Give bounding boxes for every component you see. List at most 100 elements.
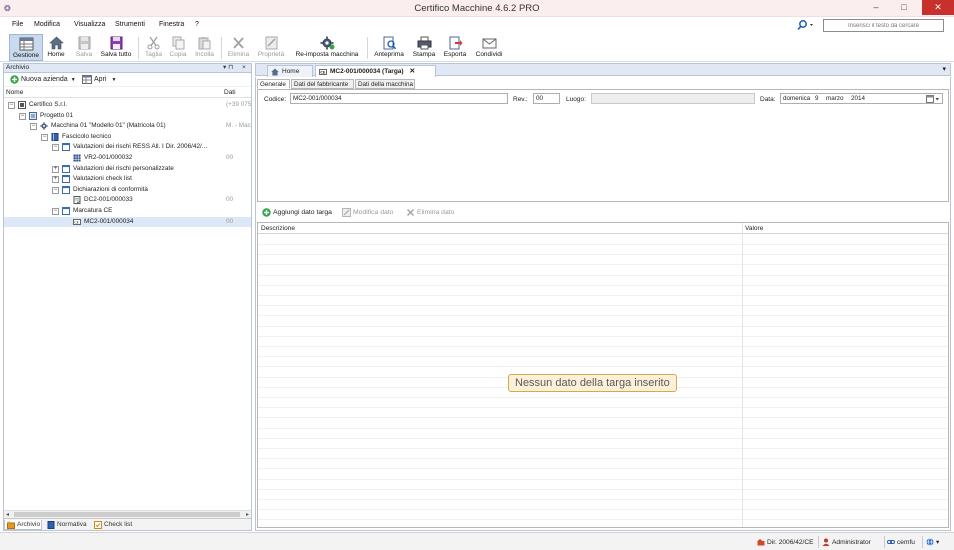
grid-row-line [258,488,948,490]
col-value-header[interactable]: Valore [745,225,763,232]
condividi-button[interactable]: Condividi [472,34,506,61]
subtab-generale[interactable]: Generale [257,79,290,89]
tree-node-label: Dichiarazioni di conformità [73,185,148,193]
proprieta-button[interactable]: Proprietà [255,34,287,61]
luogo-label: Luogo: [566,96,586,103]
salva-button[interactable]: Salva [73,34,95,61]
doc-tab-targa[interactable]: CE MC2-001/000034 (Targa) ✕ [315,65,436,77]
gestione-button[interactable]: Gestione [9,34,43,61]
tree-node[interactable]: + Valutazioni dei rischi personalizzate [4,164,251,175]
user-status[interactable]: Administrator [822,536,871,548]
delete-x-icon [233,37,244,49]
salva-tutto-button[interactable]: Salva tutto [98,34,134,61]
language-status[interactable]: ▾ [926,536,939,548]
edit-plate-data-button[interactable]: Modifica dato [342,208,393,217]
status-separator [922,536,923,548]
tree-node[interactable]: − Macchina 01 "Modello 01" (Matricola 01)… [4,121,251,132]
minimize-button[interactable]: – [864,0,888,15]
tree-node[interactable]: DC2-001/000033 00 [4,195,251,206]
codice-field[interactable]: MC2-001/000034 [290,93,508,104]
menu-strumenti[interactable]: Strumenti [115,21,145,28]
grid-row-line [258,254,948,256]
close-window-button[interactable]: ✕ [922,0,954,15]
search-input[interactable] [823,19,944,32]
account-status[interactable]: cemfu [887,536,915,548]
tree-node[interactable]: CE MC2-001/000034 00 [4,216,251,228]
collapse-node-icon[interactable]: − [52,144,59,152]
doc-tab-home[interactable]: Home [267,65,313,77]
scrollbar-thumb[interactable] [14,512,240,517]
delete-plate-data-label: Elimina dato [417,209,455,216]
esporta-button[interactable]: Esporta [441,34,469,61]
expand-node-icon[interactable]: + [52,176,59,184]
scroll-right-arrow-icon[interactable]: ▸ [246,511,249,518]
menu-finestra[interactable]: Finestra [159,21,184,28]
col-name-header[interactable]: Nome [6,89,23,96]
edit-icon [342,208,351,217]
collapse-node-icon[interactable]: − [8,102,15,109]
calendar-dropdown-icon[interactable] [926,95,940,103]
rev-field[interactable]: 00 [533,93,560,104]
col-description-header[interactable]: Descrizione [261,225,295,232]
collapse-node-icon[interactable]: − [52,208,59,215]
panel-close-button[interactable]: × [242,64,246,72]
collapse-node-icon[interactable]: − [41,133,48,141]
grid-table-icon [19,37,33,51]
menu-visualizza[interactable]: Visualizza [74,21,105,28]
tree-node[interactable]: − Valutazioni dei rischi RESS All. I Dir.… [4,142,251,153]
panel-pin-button[interactable]: ▾ ⊓ [223,64,233,72]
date-picker[interactable]: domenica 9 marzo 2014 [780,93,943,104]
tab-list-dropdown-icon[interactable]: ▾ [942,65,946,73]
maximize-button[interactable]: □ [892,0,916,15]
incolla-button[interactable]: Incolla [192,34,217,61]
open-button[interactable]: Apri ▼ [82,75,116,84]
tree-node-date: 00 [226,217,234,225]
save-all-icon [110,36,122,50]
tree-node[interactable]: VR2-001/000032 00 [4,153,251,164]
home-button[interactable]: Home [44,34,68,61]
tree-node[interactable]: − Certifico S.r.l. (+39 075 [4,100,251,111]
col-date-header[interactable]: Dati [224,89,236,96]
subtab-dati-fabbricante[interactable]: Dati del fabbricante [291,79,354,89]
collapse-node-icon[interactable]: − [30,123,37,131]
luogo-field[interactable] [591,93,755,104]
menu-modifica[interactable]: Modifica [34,21,60,28]
collapse-node-icon[interactable]: − [19,112,26,120]
grid-row-line [258,274,948,276]
tab-archivio[interactable]: Archivio [4,520,42,530]
add-plate-data-button[interactable]: Aggiungi dato targa [262,208,332,217]
horizontal-scrollbar[interactable]: ◂ ▸ [4,510,251,518]
expand-node-icon[interactable]: + [52,165,59,173]
stampa-button[interactable]: Stampa [410,34,438,61]
mail-icon [482,38,496,49]
search-options-button[interactable] [797,19,817,31]
elimina-button[interactable]: Elimina [225,34,252,61]
doc-tab-close-icon[interactable]: ✕ [409,68,415,75]
tree-node[interactable]: − Dichiarazioni di conformità [4,185,251,196]
declaration-icon [73,196,81,205]
scroll-left-arrow-icon[interactable]: ◂ [6,511,9,518]
tree-node[interactable]: − Marcatura CE [4,206,251,217]
folder-doc-icon [62,164,70,173]
menu-help[interactable]: ? [195,21,199,28]
title-bar: ❂ Certifico Macchine 4.6.2 PRO – □ ✕ [0,0,954,17]
grid-row-line [258,346,948,347]
tree-node[interactable]: − Progetto 01 [4,111,251,122]
anteprima-button[interactable]: Anteprima [371,34,407,61]
taglia-button[interactable]: Taglia [142,34,165,61]
tree-node[interactable]: + Valutazioni check list [4,174,251,185]
delete-plate-data-button[interactable]: Elimina dato [406,208,454,217]
save-icon [78,36,90,50]
tab-normativa-label: Normativa [57,521,87,528]
collapse-node-icon[interactable]: − [52,186,59,194]
checklist-icon [94,521,102,529]
tab-checklist[interactable]: Check list [92,520,138,530]
new-company-button[interactable]: Nuova azienda ▼ [10,75,76,84]
menu-file[interactable]: File [12,21,23,28]
subtab-dati-macchina[interactable]: Dati della macchina [355,79,415,89]
reimposta-macchina-button[interactable]: Re-imposta macchina [290,34,364,61]
copia-button[interactable]: Copia [167,34,189,61]
tree-node[interactable]: − Fascicolo tecnico [4,132,251,143]
directive-status[interactable]: Dir. 2006/42/CE [757,536,814,548]
tab-normativa[interactable]: Normativa [45,520,91,530]
